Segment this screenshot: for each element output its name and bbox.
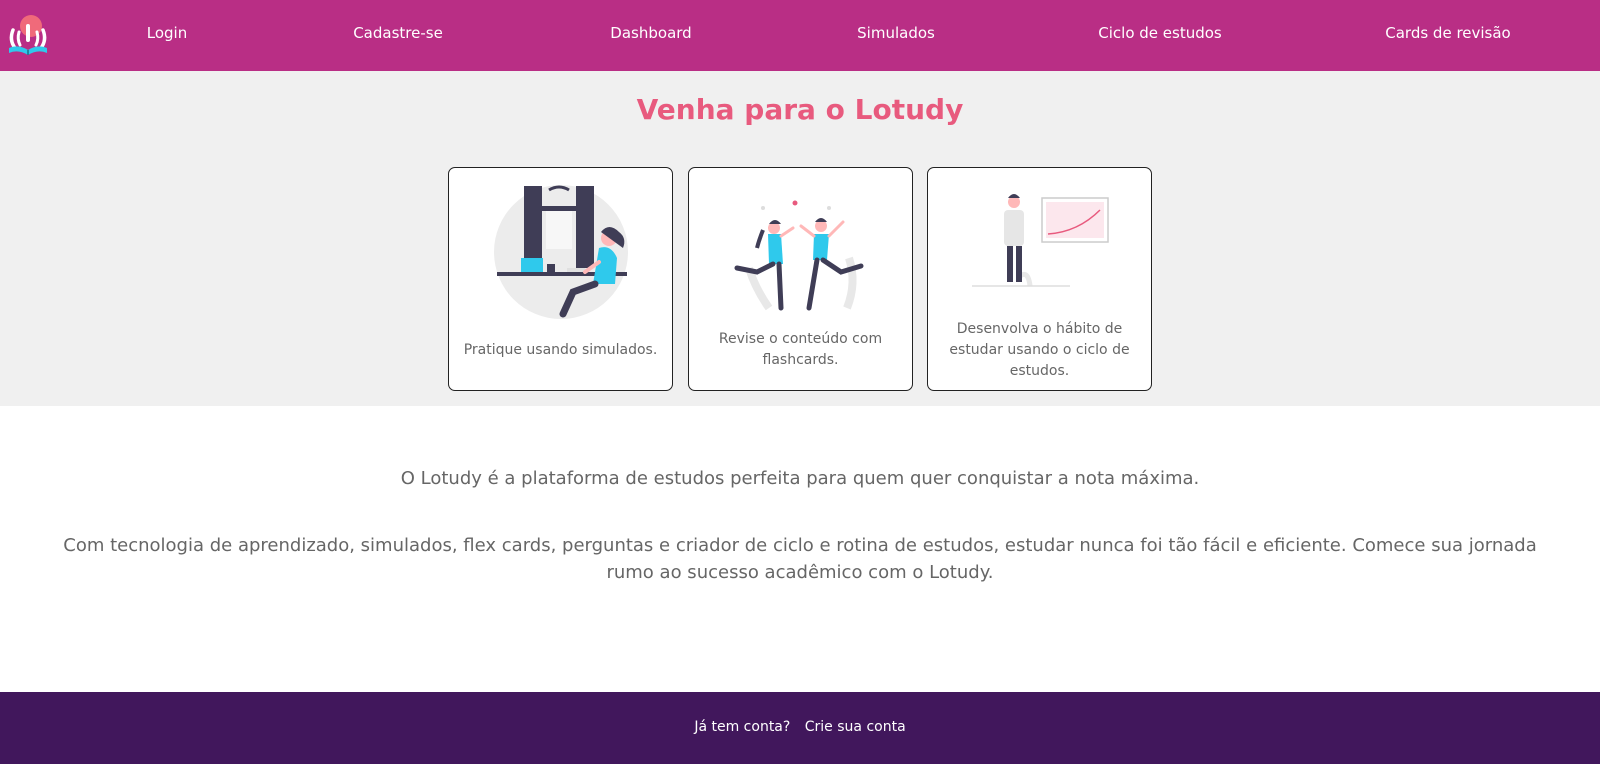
feature-card-simulados: Pratique usando simulados.: [448, 167, 673, 391]
about-paragraph-details: Com tecnologia de aprendizado, simulados…: [63, 535, 1537, 583]
nav-cadastre-se[interactable]: Cadastre-se: [353, 24, 443, 42]
nav-cards-de-revisao[interactable]: Cards de revisão: [1385, 24, 1511, 42]
nav-login[interactable]: Login: [147, 24, 187, 42]
navbar: Login Cadastre-se Dashboard Simulados Ci…: [0, 0, 1600, 71]
nav-simulados[interactable]: Simulados: [857, 24, 935, 42]
feature-card-ciclo: Desenvolva o hábito de estudar usando o …: [927, 167, 1152, 391]
footer: Já tem conta? Crie sua conta: [0, 692, 1600, 764]
about-section: O Lotudy é a plataforma de estudos perfe…: [0, 406, 1600, 692]
lotudy-book-logo-icon[interactable]: [7, 12, 49, 58]
person-with-chart-illustration: [972, 194, 1109, 287]
card-text: Revise o conteúdo com flashcards.: [718, 331, 883, 368]
card-text: Desenvolva o hábito de estudar usando o …: [949, 320, 1130, 379]
hero-title: Venha para o Lotudy: [636, 93, 964, 126]
person-at-desk-illustration: [494, 185, 628, 319]
nav-ciclo-de-estudos[interactable]: Ciclo de estudos: [1098, 24, 1221, 42]
footer-question: Já tem conta?: [694, 719, 791, 735]
hero-section: Venha para o Lotudy Pratique usando simu…: [0, 71, 1600, 406]
high-five-illustration: [734, 200, 864, 311]
about-paragraph-intro: O Lotudy é a plataforma de estudos perfe…: [400, 468, 1200, 489]
feature-card-flashcards: Revise o conteúdo com flashcards.: [688, 167, 913, 391]
footer-signup-row: Já tem conta? Crie sua conta: [0, 719, 1600, 735]
create-account-link[interactable]: Crie sua conta: [805, 719, 906, 735]
card-text: Pratique usando simulados.: [463, 341, 658, 358]
nav-dashboard[interactable]: Dashboard: [610, 24, 691, 42]
